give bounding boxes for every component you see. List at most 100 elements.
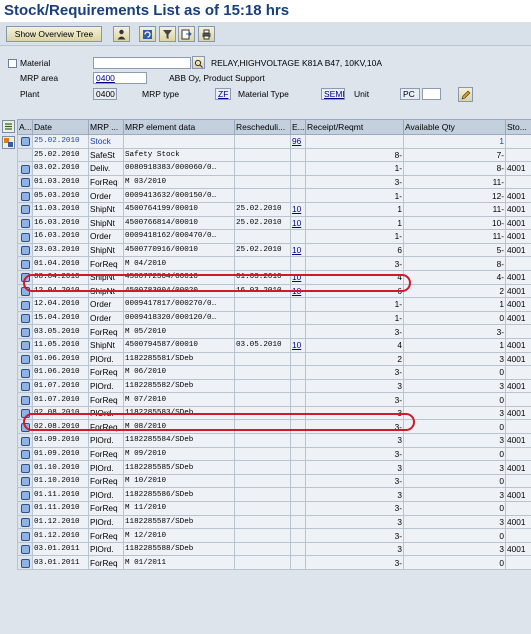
unit-extra-field[interactable] bbox=[422, 88, 441, 100]
row-detail-cell[interactable] bbox=[17, 324, 33, 339]
table-row[interactable]: 03.02.2010 Deliv. 0080918383/000060/0… 1- 8-… bbox=[17, 161, 531, 176]
table-row[interactable]: 03.01.2011 ForReq M 01/2011 3- 0 bbox=[17, 555, 531, 570]
table-row[interactable]: 01.09.2010 PlOrd. 1182285584/SDeb 3 3 4001 bbox=[17, 433, 531, 448]
element-detail-icon[interactable] bbox=[20, 545, 30, 555]
table-row[interactable]: 11.03.2010 ShipNt 4500764199/00010 25.02.20… bbox=[17, 201, 531, 217]
element-detail-icon[interactable] bbox=[20, 205, 30, 215]
row-detail-cell[interactable] bbox=[17, 541, 33, 557]
exception-cell[interactable]: 10 bbox=[290, 269, 306, 285]
material-search-icon[interactable] bbox=[192, 56, 205, 69]
element-detail-icon[interactable] bbox=[20, 490, 30, 500]
row-detail-cell[interactable] bbox=[17, 297, 33, 312]
table-row[interactable]: 01.07.2010 ForReq M 07/2010 3- 0 bbox=[17, 392, 531, 407]
exception-cell[interactable]: 10 bbox=[290, 337, 306, 353]
table-row[interactable]: 03.05.2010 ForReq M 05/2010 3- 3- bbox=[17, 324, 531, 339]
element-detail-icon[interactable] bbox=[20, 327, 30, 337]
row-detail-cell[interactable] bbox=[17, 201, 33, 217]
column-header-a[interactable]: A... bbox=[17, 119, 33, 135]
element-detail-icon[interactable] bbox=[20, 246, 30, 256]
row-detail-cell[interactable] bbox=[17, 378, 33, 394]
element-detail-icon[interactable] bbox=[20, 164, 30, 174]
row-detail-cell[interactable] bbox=[17, 514, 33, 530]
element-detail-icon[interactable] bbox=[20, 191, 30, 201]
column-header-receipt-reqmt[interactable]: Receipt/Reqmt bbox=[305, 119, 404, 135]
element-detail-icon[interactable] bbox=[20, 382, 30, 392]
row-detail-cell[interactable] bbox=[17, 501, 33, 516]
row-detail-cell[interactable] bbox=[17, 242, 33, 258]
row-detail-cell[interactable] bbox=[17, 188, 33, 203]
column-header-mrp-element[interactable]: MRP ... bbox=[88, 119, 124, 135]
exception-cell[interactable]: 10 bbox=[290, 283, 306, 299]
row-detail-cell[interactable] bbox=[17, 446, 33, 462]
row-detail-cell[interactable] bbox=[17, 337, 33, 353]
row-detail-cell[interactable] bbox=[17, 392, 33, 407]
element-detail-icon[interactable] bbox=[20, 477, 30, 487]
table-row[interactable]: 01.10.2010 PlOrd. 1182285585/SDeb 3 3 4001 bbox=[17, 460, 531, 475]
material-field[interactable] bbox=[93, 57, 191, 69]
print-icon[interactable] bbox=[198, 26, 215, 42]
table-row[interactable]: 02.08.2010 ForReq M 08/2010 3- 0 bbox=[17, 419, 531, 435]
row-detail-cell[interactable] bbox=[17, 555, 33, 570]
row-detail-cell[interactable] bbox=[17, 419, 33, 435]
select-all-icon[interactable] bbox=[2, 120, 15, 133]
element-detail-icon[interactable] bbox=[20, 178, 30, 188]
element-detail-icon[interactable] bbox=[20, 273, 30, 283]
table-row[interactable]: 01.06.2010 PlOrd. 1182285581/SDeb 2 3 4001 bbox=[17, 351, 531, 367]
table-row[interactable]: 12.04.2010 ShipNt 4500783004/00020 16.03.20… bbox=[17, 283, 531, 299]
row-detail-cell[interactable] bbox=[17, 161, 33, 176]
table-row[interactable]: 01.06.2010 ForReq M 06/2010 3- 0 bbox=[17, 365, 531, 380]
table-row[interactable]: 15.04.2010 Order 0009418320/000120/0… 1- 0 40… bbox=[17, 310, 531, 326]
table-row[interactable]: 01.07.2010 PlOrd. 1182285582/SDeb 3 3 4001 bbox=[17, 378, 531, 394]
table-row[interactable]: 01.04.2010 ForReq M 04/2010 3- 8- bbox=[17, 256, 531, 271]
element-detail-icon[interactable] bbox=[20, 300, 30, 310]
table-row[interactable]: 12.04.2010 Order 0009417817/000270/0… 1- 1 40… bbox=[17, 297, 531, 312]
column-header-storage-location[interactable]: Sto... bbox=[505, 119, 531, 135]
column-header-exception[interactable]: E... bbox=[290, 119, 306, 135]
table-row[interactable]: 01.09.2010 ForReq M 09/2010 3- 0 bbox=[17, 446, 531, 462]
element-detail-icon[interactable] bbox=[20, 436, 30, 446]
row-detail-cell[interactable] bbox=[17, 174, 33, 190]
table-row[interactable]: 08.04.2010 ShipNt 4500772504/00010 01.03.20… bbox=[17, 269, 531, 285]
row-detail-cell[interactable] bbox=[17, 215, 33, 231]
row-detail-cell[interactable] bbox=[17, 283, 33, 299]
column-header-rescheduling[interactable]: Rescheduli... bbox=[234, 119, 291, 135]
row-detail-cell[interactable] bbox=[17, 134, 33, 149]
row-detail-cell[interactable] bbox=[17, 229, 33, 244]
element-detail-icon[interactable] bbox=[20, 286, 30, 296]
table-row[interactable]: 01.10.2010 ForReq M 10/2010 3- 0 bbox=[17, 473, 531, 489]
table-row[interactable]: 23.03.2010 ShipNt 4500770916/00010 25.02.20… bbox=[17, 242, 531, 258]
element-detail-icon[interactable] bbox=[20, 368, 30, 378]
element-detail-icon[interactable] bbox=[20, 450, 30, 460]
element-detail-icon[interactable] bbox=[20, 463, 30, 473]
table-row[interactable]: 05.03.2010 Order 0009413632/000150/0… 1- 12-… bbox=[17, 188, 531, 203]
row-detail-cell[interactable] bbox=[17, 147, 33, 163]
element-detail-icon[interactable] bbox=[20, 409, 30, 419]
refresh-icon[interactable] bbox=[139, 26, 156, 42]
exception-cell[interactable]: 96 bbox=[290, 134, 306, 149]
row-detail-cell[interactable] bbox=[17, 351, 33, 367]
element-detail-icon[interactable] bbox=[20, 518, 30, 528]
row-detail-cell[interactable] bbox=[17, 405, 33, 421]
exception-cell[interactable]: 10 bbox=[290, 215, 306, 231]
element-detail-icon[interactable] bbox=[20, 558, 30, 568]
element-detail-icon[interactable] bbox=[20, 422, 30, 432]
element-detail-icon[interactable] bbox=[20, 341, 30, 351]
row-detail-cell[interactable] bbox=[17, 256, 33, 271]
column-header-date[interactable]: Date bbox=[32, 119, 89, 135]
table-row[interactable]: 01.12.2010 ForReq M 12/2010 3- 0 bbox=[17, 528, 531, 543]
element-detail-icon[interactable] bbox=[20, 314, 30, 324]
row-detail-cell[interactable] bbox=[17, 487, 33, 503]
table-row[interactable]: 03.01.2011 PlOrd. 1182285588/SDeb 3 3 4001 bbox=[17, 541, 531, 557]
person-icon[interactable] bbox=[113, 26, 130, 42]
table-row[interactable]: 11.05.2010 ShipNt 4500794587/00010 03.05.20… bbox=[17, 337, 531, 353]
material-checkbox[interactable] bbox=[8, 59, 17, 68]
row-detail-cell[interactable] bbox=[17, 269, 33, 285]
element-detail-icon[interactable] bbox=[20, 395, 30, 405]
element-detail-icon[interactable] bbox=[20, 354, 30, 364]
element-detail-icon[interactable] bbox=[20, 504, 30, 514]
row-detail-cell[interactable] bbox=[17, 365, 33, 380]
column-header-mrp-element-data[interactable]: MRP element data bbox=[123, 119, 235, 135]
row-detail-cell[interactable] bbox=[17, 473, 33, 489]
table-row[interactable]: 01.11.2010 ForReq M 11/2010 3- 0 bbox=[17, 501, 531, 516]
element-detail-icon[interactable] bbox=[20, 259, 30, 269]
